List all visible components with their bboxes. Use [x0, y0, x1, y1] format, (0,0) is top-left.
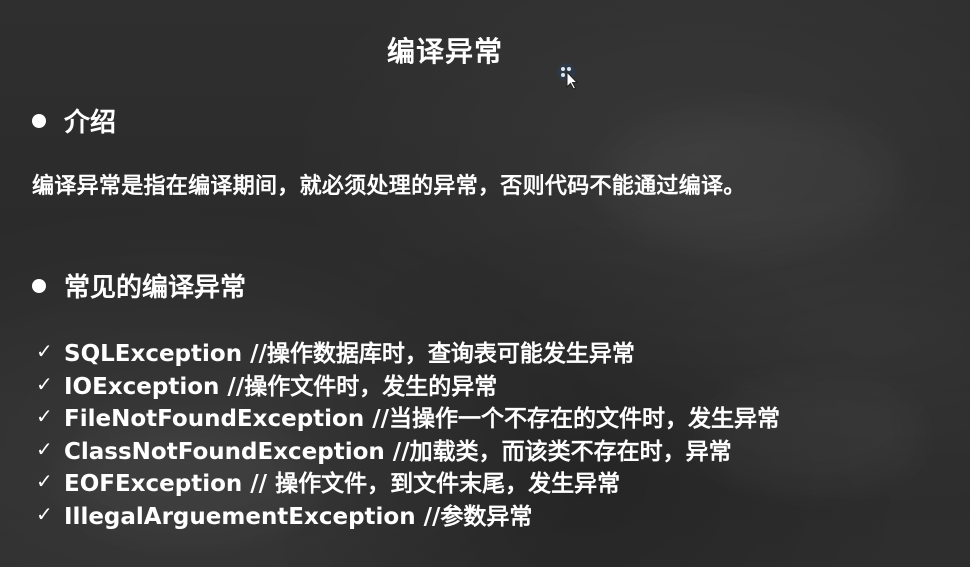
slide-title: 编译异常	[386, 35, 503, 68]
exception-text: FileNotFoundException //当操作一个不存在的文件时，发生异…	[64, 406, 781, 433]
exception-text: IllegalArguementException //参数异常	[64, 503, 533, 530]
exception-text: SQLException //操作数据库时，查询表可能发生异常	[64, 341, 635, 368]
list-item: ✓ FileNotFoundException //当操作一个不存在的文件时，发…	[36, 400, 780, 433]
list-item: ✓ IOException //操作文件时，发生的异常	[36, 368, 780, 401]
common-exceptions-heading-label: 常见的编译异常	[64, 273, 247, 303]
check-icon: ✓	[36, 339, 53, 364]
mouse-cursor-icon	[557, 63, 579, 90]
list-item: ✓ ClassNotFoundException //加载类，而该类不存在时，异…	[36, 433, 780, 466]
bullet-dot-icon	[32, 113, 46, 128]
check-icon: ✓	[36, 404, 53, 429]
list-item: ✓ IllegalArguementException //参数异常	[36, 498, 780, 531]
exception-text: IOException //操作文件时，发生的异常	[64, 373, 498, 400]
intro-heading-label: 介绍	[64, 108, 117, 138]
common-exceptions-heading: 常见的编译异常	[32, 267, 246, 304]
exception-list: ✓ SQLException //操作数据库时，查询表可能发生异常 ✓ IOEx…	[36, 335, 780, 530]
check-icon: ✓	[36, 501, 53, 526]
exception-text: ClassNotFoundException //加载类，而该类不存在时，异常	[64, 438, 732, 465]
list-item: ✓ SQLException //操作数据库时，查询表可能发生异常	[36, 335, 780, 368]
list-item: ✓ EOFException // 操作文件，到文件末尾，发生异常	[36, 465, 780, 498]
check-icon: ✓	[36, 436, 53, 461]
check-icon: ✓	[36, 469, 53, 494]
bullet-dot-icon	[32, 278, 46, 293]
exception-text: EOFException // 操作文件，到文件末尾，发生异常	[64, 471, 621, 498]
intro-text: 编译异常是指在编译期间，就必须处理的异常，否则代码不能通过编译。	[32, 174, 746, 199]
check-icon: ✓	[36, 371, 53, 396]
intro-heading: 介绍	[32, 102, 116, 139]
